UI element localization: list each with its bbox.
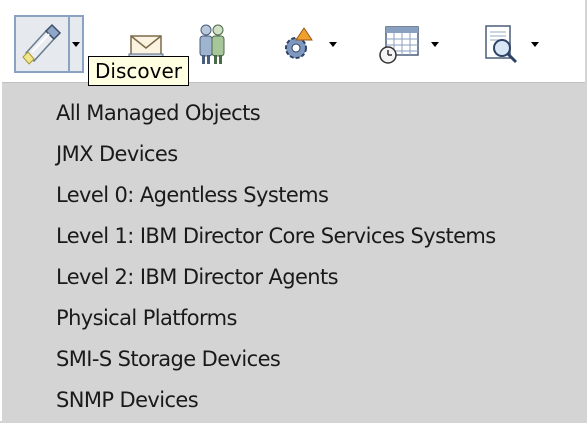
menu-item-all-managed-objects[interactable]: All Managed Objects [0,93,585,134]
discover-button[interactable] [14,14,84,74]
flashlight-icon [14,15,70,73]
menu-item-jmx-devices[interactable]: JMX Devices [0,134,585,175]
menu-item-level-1-core-services-systems[interactable]: Level 1: IBM Director Core Services Syst… [0,216,585,257]
discover-tooltip: Discover [88,56,189,86]
menu-edge [0,82,2,421]
people-icon [184,15,240,73]
menu-item-physical-platforms[interactable]: Physical Platforms [0,298,585,339]
calendar-clock-icon [372,15,428,73]
scheduler-dropdown-arrow[interactable] [428,15,442,73]
gear-icon [270,15,326,73]
inventory-button[interactable] [472,14,542,74]
scheduler-button[interactable] [372,14,442,74]
menu-item-level-0-agentless-systems[interactable]: Level 0: Agentless Systems [0,175,585,216]
magnifier-document-icon [472,15,528,73]
menu-item-smi-s-storage-devices[interactable]: SMI-S Storage Devices [0,339,585,380]
menu-item-snmp-devices[interactable]: SNMP Devices [0,380,585,421]
inventory-dropdown-arrow[interactable] [528,15,542,73]
discover-dropdown-menu: All Managed Objects JMX Devices Level 0:… [0,82,585,421]
discover-dropdown-arrow[interactable] [70,15,84,73]
application-window: Discover All Managed Objects JMX Devices… [0,0,587,423]
tasks-dropdown-arrow[interactable] [326,15,340,73]
users-button[interactable] [184,14,240,74]
menu-item-level-2-director-agents[interactable]: Level 2: IBM Director Agents [0,257,585,298]
tasks-button[interactable] [270,14,340,74]
